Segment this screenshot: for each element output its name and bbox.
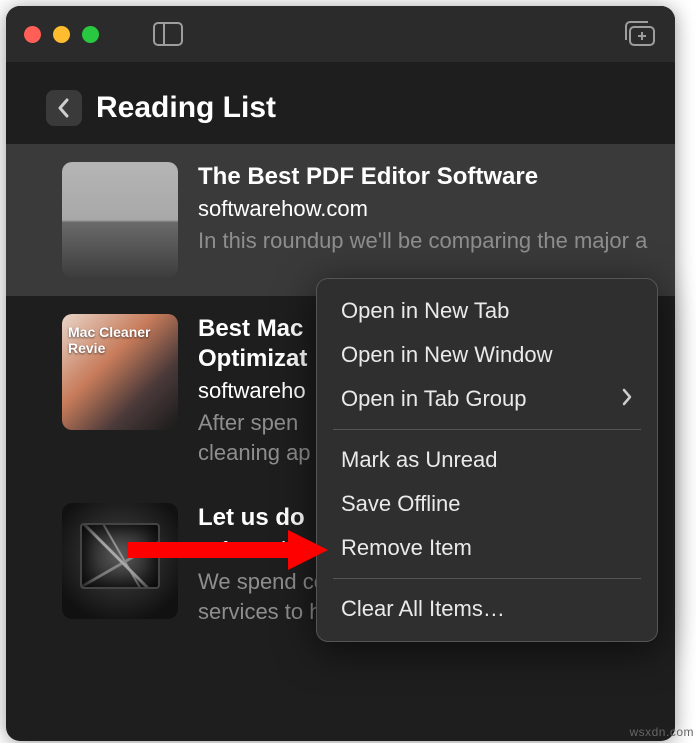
menu-label: Open in New Window [341,342,553,368]
item-domain: softwarehow.com [198,196,653,222]
menu-open-new-tab[interactable]: Open in New Tab [317,289,657,333]
annotation-arrow [128,530,338,570]
menu-clear-all[interactable]: Clear All Items… [317,587,657,631]
minimize-button[interactable] [53,26,70,43]
menu-save-offline[interactable]: Save Offline [317,482,657,526]
item-thumbnail: Mac Cleaner Revie [62,314,178,430]
item-title: The Best PDF Editor Software [198,162,653,192]
watermark-text: wsxdn.com [629,725,694,739]
chevron-right-icon [621,386,633,412]
item-description: In this roundup we'll be comparing the m… [198,226,653,256]
menu-separator [333,429,641,430]
reading-list-item[interactable]: The Best PDF Editor Software softwarehow… [6,144,675,296]
menu-label: Mark as Unread [341,447,498,473]
window-controls [24,26,99,43]
menu-label: Clear All Items… [341,596,505,622]
menu-label: Open in Tab Group [341,386,527,412]
back-button[interactable] [46,90,82,126]
menu-label: Remove Item [341,535,472,561]
window-titlebar [6,6,675,62]
menu-separator [333,578,641,579]
new-tab-group-icon[interactable] [623,20,657,48]
menu-mark-unread[interactable]: Mark as Unread [317,438,657,482]
context-menu: Open in New Tab Open in New Window Open … [316,278,658,642]
menu-label: Save Offline [341,491,460,517]
thumbnail-overlay-text: Mac Cleaner Revie [68,324,178,356]
sidebar-header: Reading List [6,62,675,144]
maximize-button[interactable] [82,26,99,43]
toolbar-left [153,22,183,46]
item-body: The Best PDF Editor Software softwarehow… [198,162,653,278]
close-button[interactable] [24,26,41,43]
menu-label: Open in New Tab [341,298,509,324]
page-title: Reading List [96,91,276,125]
menu-open-new-window[interactable]: Open in New Window [317,333,657,377]
sidebar-toggle-icon[interactable] [153,22,183,46]
item-thumbnail [62,162,178,278]
menu-open-tab-group[interactable]: Open in Tab Group [317,377,657,421]
menu-remove-item[interactable]: Remove Item [317,526,657,570]
